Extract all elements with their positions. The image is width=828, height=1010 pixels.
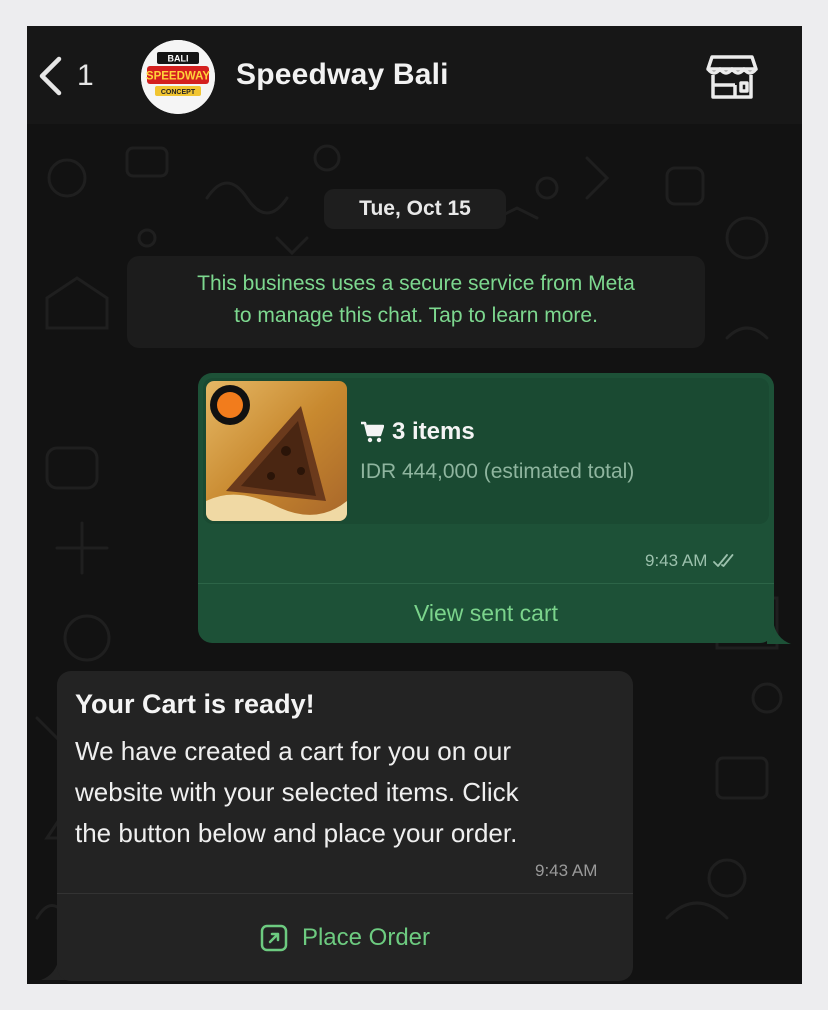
sent-cart-message: 3 items IDR 444,000 (estimated total) 9:…: [198, 373, 774, 643]
cart-product-image: [206, 381, 347, 521]
chat-screen: 1 BALI SPEEDWAY CONCEPT Speedway Bali Tu…: [27, 26, 802, 984]
storefront-icon: [706, 55, 758, 99]
sent-timestamp: 9:43 AM: [645, 551, 737, 571]
external-link-icon: [260, 924, 288, 952]
notice-line-1: This business uses a secure service from…: [197, 272, 635, 295]
logo-top-text: BALI: [168, 54, 189, 64]
date-separator: Tue, Oct 15: [324, 189, 506, 229]
message-line-1: We have created a cart for you on our: [75, 736, 511, 766]
cart-card[interactable]: 3 items IDR 444,000 (estimated total): [203, 378, 769, 524]
place-order-button[interactable]: Place Order: [57, 894, 633, 981]
storefront-button[interactable]: [705, 53, 759, 101]
cart-total: IDR 444,000 (estimated total): [360, 460, 635, 483]
message-line-3: the button below and place your order.: [75, 818, 518, 848]
cart-items-count: 3 items: [392, 418, 475, 445]
notice-line-2: to manage this chat. Tap to learn more.: [234, 304, 598, 327]
place-order-label: Place Order: [301, 923, 431, 951]
encryption-notice[interactable]: This business uses a secure service from…: [127, 256, 705, 348]
double-check-icon: [713, 554, 734, 567]
food-photo: [206, 381, 347, 521]
logo-bottom-text: CONCEPT: [161, 89, 196, 96]
avatar[interactable]: BALI SPEEDWAY CONCEPT: [141, 40, 215, 114]
speedway-logo: BALI SPEEDWAY CONCEPT: [141, 40, 215, 114]
logo-main-text: SPEEDWAY: [146, 71, 210, 83]
cart-items-label: 3 items: [360, 418, 475, 446]
chevron-left-icon: [39, 56, 62, 96]
message-line-2: website with your selected items. Click: [75, 777, 519, 807]
unread-count: 1: [77, 59, 94, 92]
received-timestamp: 9:43 AM: [535, 861, 598, 880]
chat-header: 1 BALI SPEEDWAY CONCEPT Speedway Bali: [27, 26, 802, 124]
contact-name[interactable]: Speedway Bali: [236, 58, 449, 92]
message-title: Your Cart is ready!: [75, 689, 315, 719]
cart-icon: [361, 421, 384, 443]
back-button[interactable]: 1: [37, 54, 94, 98]
received-message: Your Cart is ready! We have created a ca…: [57, 671, 633, 981]
sent-time-text: 9:43 AM: [645, 551, 708, 570]
message-body: We have created a cart for you on our we…: [75, 731, 625, 854]
view-sent-cart-button[interactable]: View sent cart: [198, 584, 774, 643]
